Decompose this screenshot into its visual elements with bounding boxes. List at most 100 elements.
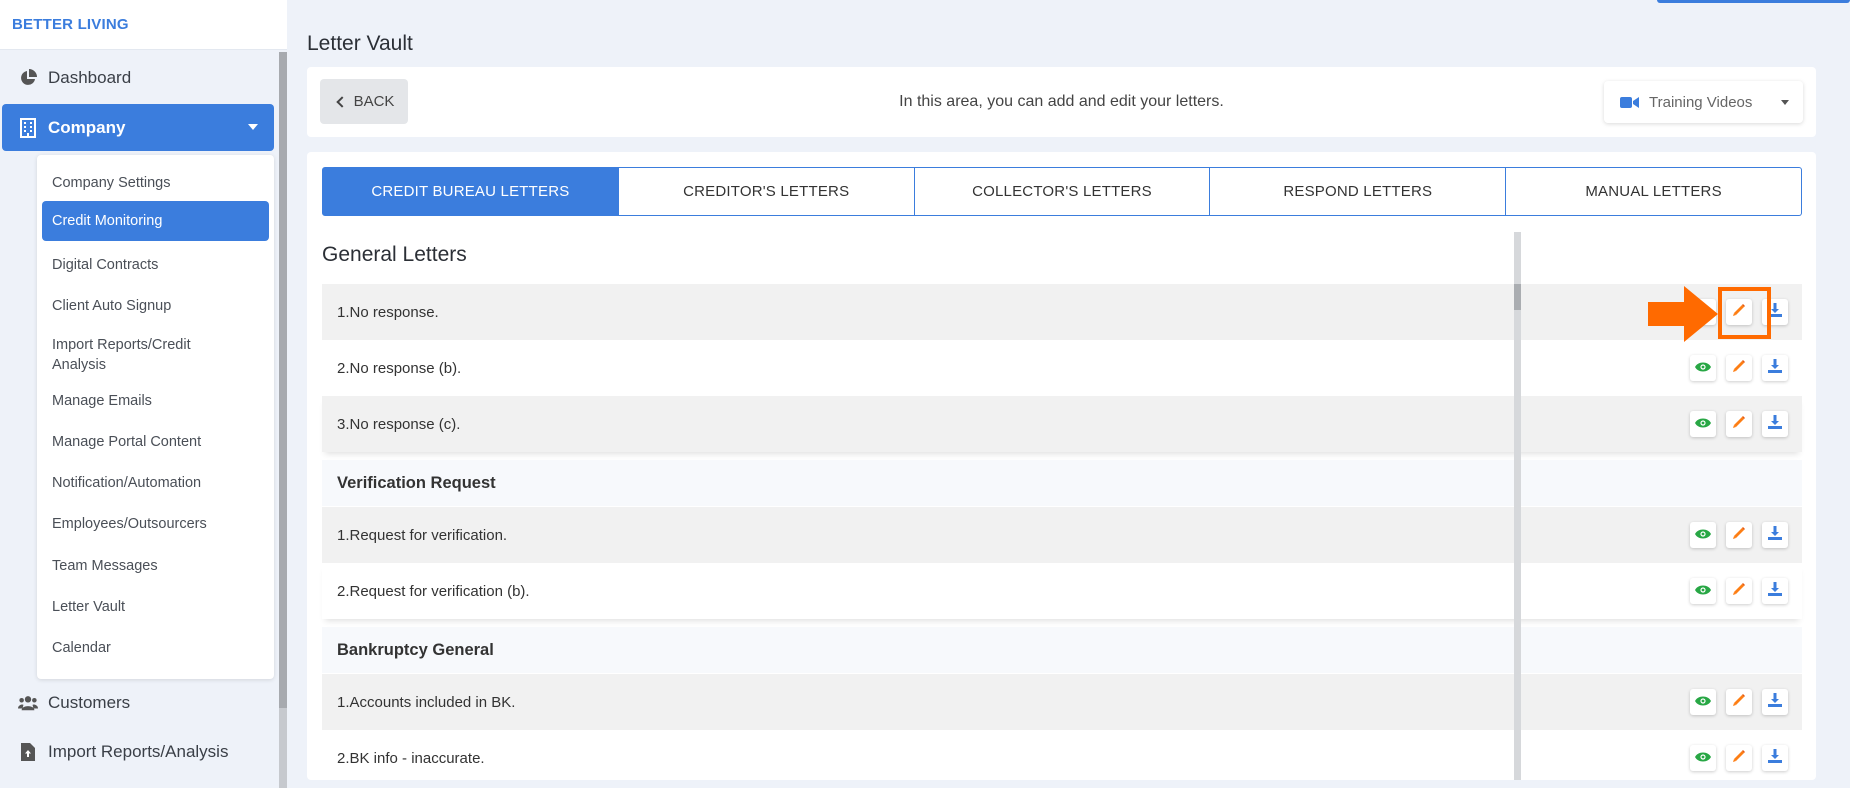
letter-actions <box>1690 411 1788 437</box>
letters-card: CREDIT BUREAU LETTERS CREDITOR'S LETTERS… <box>307 152 1816 780</box>
edit-button[interactable] <box>1726 522 1752 548</box>
tab-collectors-letters[interactable]: COLLECTOR'S LETTERS <box>914 167 1211 216</box>
letter-title: 2.No response (b). <box>337 359 462 377</box>
submenu-notification-automation[interactable]: Notification/Automation <box>42 469 269 497</box>
letter-title: 1.Accounts included in BK. <box>337 693 516 711</box>
users-icon <box>18 693 38 713</box>
letter-actions <box>1690 578 1788 604</box>
header-card: BACK In this area, you can add and edit … <box>307 67 1816 137</box>
submenu-manage-portal-content[interactable]: Manage Portal Content <box>42 428 269 456</box>
download-button[interactable] <box>1762 578 1788 604</box>
annotation-arrow-icon <box>1648 286 1718 342</box>
edit-button[interactable] <box>1726 578 1752 604</box>
submenu-manage-emails[interactable]: Manage Emails <box>42 387 269 415</box>
letter-row: 2.No response (b). <box>322 340 1802 396</box>
view-button[interactable] <box>1690 355 1716 381</box>
download-button[interactable] <box>1762 689 1788 715</box>
edit-button[interactable] <box>1726 689 1752 715</box>
letter-row: 1.Request for verification. <box>322 507 1802 563</box>
eye-icon <box>1695 750 1711 767</box>
nav-import-reports[interactable]: Import Reports/Analysis <box>0 730 274 774</box>
letter-title: 1.Request for verification. <box>337 526 508 544</box>
download-icon <box>1768 693 1782 711</box>
group-title-verification-request: Verification Request <box>322 460 1802 506</box>
letter-actions <box>1690 522 1788 548</box>
nav-dashboard-label: Dashboard <box>48 68 132 87</box>
submenu-employees-outsourcers[interactable]: Employees/Outsourcers <box>42 510 269 538</box>
download-button[interactable] <box>1762 411 1788 437</box>
letter-title: 1.No response. <box>337 303 439 321</box>
caret-down-icon <box>1781 100 1789 105</box>
view-button[interactable] <box>1690 578 1716 604</box>
company-submenu: Company Settings Credit Monitoring Digit… <box>37 155 274 679</box>
group-title-bankruptcy-general: Bankruptcy General <box>322 627 1802 673</box>
download-button[interactable] <box>1762 522 1788 548</box>
brand-logo: BETTER LIVING <box>0 0 287 50</box>
tab-manual-letters[interactable]: MANUAL LETTERS <box>1506 167 1802 216</box>
submenu-credit-monitoring[interactable]: Credit Monitoring <box>42 201 269 241</box>
view-button[interactable] <box>1690 745 1716 771</box>
letters-scrollbar-thumb[interactable] <box>1514 284 1521 310</box>
submenu-team-messages[interactable]: Team Messages <box>42 552 269 580</box>
training-videos-dropdown[interactable]: Training Videos <box>1604 81 1803 123</box>
sidebar: BETTER LIVING Dashboard Company Company … <box>0 0 288 788</box>
page-title: Letter Vault <box>307 32 413 55</box>
eye-icon <box>1695 527 1711 544</box>
letter-title: 2.Request for verification (b). <box>337 582 530 600</box>
sidebar-scrollbar[interactable] <box>279 52 287 788</box>
letter-row: 3.No response (c). <box>322 396 1802 452</box>
nav-dashboard[interactable]: Dashboard <box>0 56 274 100</box>
eye-icon <box>1695 694 1711 711</box>
letter-tabs: CREDIT BUREAU LETTERS CREDITOR'S LETTERS… <box>322 167 1802 216</box>
download-icon <box>1768 415 1782 433</box>
letter-title: 3.No response (c). <box>337 415 461 433</box>
download-button[interactable] <box>1762 355 1788 381</box>
pencil-icon <box>1732 749 1746 767</box>
nav-company-label: Company <box>48 117 126 137</box>
download-icon <box>1768 582 1782 600</box>
download-icon <box>1768 359 1782 377</box>
letter-actions <box>1690 689 1788 715</box>
view-button[interactable] <box>1690 522 1716 548</box>
edit-button[interactable] <box>1726 745 1752 771</box>
letter-title: 2.BK info - inaccurate. <box>337 749 485 767</box>
nav-customers-label: Customers <box>48 693 131 712</box>
eye-icon <box>1695 360 1711 377</box>
annotation-highlight-box <box>1718 287 1771 339</box>
tab-creditors-letters[interactable]: CREDITOR'S LETTERS <box>618 167 915 216</box>
pencil-icon <box>1732 359 1746 377</box>
letter-row: 1.Accounts included in BK. <box>322 674 1802 730</box>
training-videos-label: Training Videos <box>1649 93 1753 111</box>
nav-customers[interactable]: Customers <box>0 681 274 725</box>
submenu-import-reports[interactable]: Import Reports/Credit Analysis <box>42 333 242 377</box>
tab-credit-bureau-letters[interactable]: CREDIT BUREAU LETTERS <box>322 167 619 216</box>
edit-button[interactable] <box>1726 355 1752 381</box>
letter-row: 1.No response. <box>322 284 1802 340</box>
submenu-company-settings[interactable]: Company Settings <box>42 169 269 197</box>
submenu-letter-vault[interactable]: Letter Vault <box>42 593 269 621</box>
edit-button[interactable] <box>1726 411 1752 437</box>
chevron-down-icon <box>248 124 258 130</box>
sidebar-scrollbar-thumb[interactable] <box>279 52 287 708</box>
tab-respond-letters[interactable]: RESPOND LETTERS <box>1210 167 1507 216</box>
top-accent-bar <box>1657 0 1850 3</box>
letters-scrollbar[interactable] <box>1514 232 1521 780</box>
pencil-icon <box>1732 526 1746 544</box>
letter-actions <box>1690 745 1788 771</box>
letter-row: 2.BK info - inaccurate. <box>322 730 1802 780</box>
view-button[interactable] <box>1690 411 1716 437</box>
pie-chart-icon <box>18 68 38 88</box>
pencil-icon <box>1732 582 1746 600</box>
submenu-calendar[interactable]: Calendar <box>42 634 269 662</box>
nav-company[interactable]: Company <box>2 104 274 151</box>
download-icon <box>1768 526 1782 544</box>
eye-icon <box>1695 583 1711 600</box>
view-button[interactable] <box>1690 689 1716 715</box>
pencil-icon <box>1732 415 1746 433</box>
submenu-digital-contracts[interactable]: Digital Contracts <box>42 251 269 279</box>
submenu-client-auto-signup[interactable]: Client Auto Signup <box>42 292 269 320</box>
eye-icon <box>1695 416 1711 433</box>
section-title-general-letters: General Letters <box>322 243 467 266</box>
pencil-icon <box>1732 693 1746 711</box>
download-button[interactable] <box>1762 745 1788 771</box>
